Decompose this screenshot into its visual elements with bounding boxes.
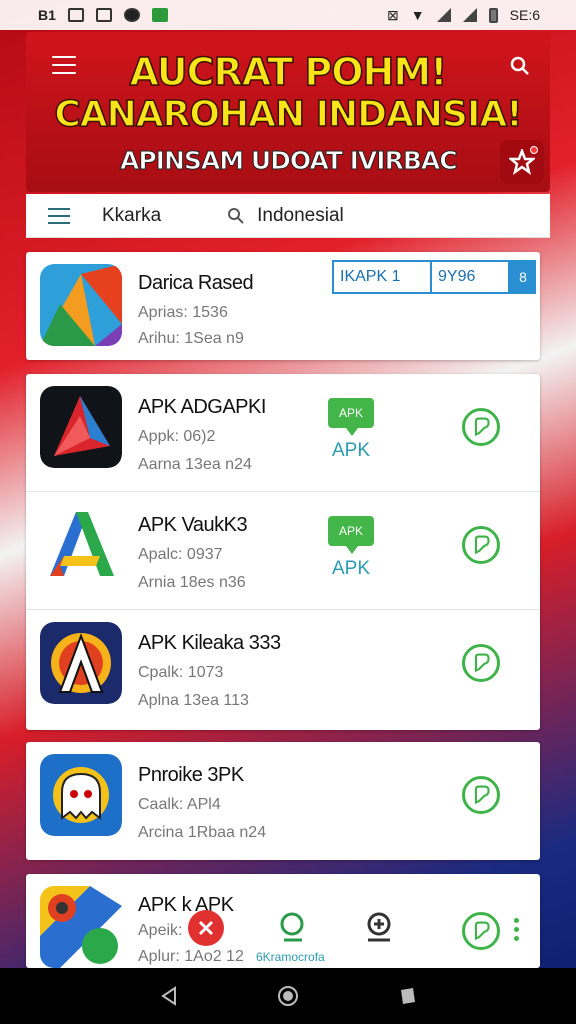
download-button[interactable] [462,526,500,564]
message-icon [67,8,84,22]
search-input[interactable] [257,204,438,227]
app-meta: Aplna 13ea 113 [138,692,249,709]
signal-2-icon [462,8,477,22]
app-name: Darica Rased [138,272,254,294]
version-label: IKAPK 1 [332,260,432,294]
favorites-button[interactable] [500,140,544,184]
home-icon[interactable] [277,985,299,1007]
list-item[interactable]: APK VaukK3 Apalc: 0937 Arnia 18es n36 AP… [26,492,540,610]
mute-icon: ⊠ [387,6,399,23]
version-button[interactable]: 8 [510,260,536,294]
featured-app-card[interactable]: Darica Rased Aprias: 1536 Arihu: 1Sea n9… [26,252,540,360]
search-label: 6Kramocrofa [256,950,325,964]
apk-bubble-label: APK [328,398,374,436]
photo-icon [95,8,112,22]
location-label[interactable]: Kkarka [102,205,161,227]
download-button[interactable] [462,644,500,682]
list-item[interactable]: Pnroike 3PK Caalk: APl4 Arcina 1Rbaa n24 [26,742,540,860]
app-name: APK k APK [138,894,234,916]
app-meta: Apalc: 0937 [138,546,223,563]
app-name: APK ADGAPKI [138,396,266,418]
apk-badge: APK APK [324,398,378,468]
app-meta: Apeik: [138,922,183,939]
close-button[interactable] [188,910,224,946]
shield-icon [151,8,168,22]
app-meta: Caalk: APl4 [138,796,221,813]
triangle-logo-icon [40,264,122,346]
app-name: Pnroike 3PK [138,764,244,786]
back-icon[interactable] [159,986,179,1006]
banner-title-line2: CANAROHAN INDANSIA! [54,93,524,136]
version-box[interactable]: IKAPK 1 9Y96 8 [332,260,538,294]
ghost-icon [40,754,122,836]
filter-menu-icon[interactable] [48,207,70,224]
app-meta: Arnia 18es n36 [138,574,246,591]
wifi-icon: ▼ [410,7,425,23]
app-meta: Aarna 13ea n24 [138,456,252,473]
system-navigation-bar [0,968,576,1024]
search-bar: Kkarka [26,194,550,238]
app-meta: Arcina 1Rbaa n24 [138,824,267,841]
status-carrier-text: B1 [38,7,56,23]
banner-title-line1: AUCRAT POHM! [129,49,448,95]
search-icon[interactable] [276,910,310,944]
red-arrow-icon [40,386,122,468]
app-meta: Arihu: 1Sea n9 [138,330,244,347]
app-name: APK VaukK3 [138,514,248,536]
list-item[interactable]: APK ADGAPKI Appk: 06)2 Aarna 13ea n24 AP… [26,374,540,492]
search-icon [228,207,244,224]
header-banner: AUCRAT POHM! CANAROHAN INDANSIA! APINSAM… [26,32,550,192]
app-meta: Aprias: 1536 [138,304,228,321]
apk-label: APK [331,440,371,461]
search-icon[interactable] [510,56,530,76]
download-button[interactable] [462,776,500,814]
app-list-card: APK ADGAPKI Appk: 06)2 Aarna 13ea n24 AP… [26,374,540,730]
battery-icon [488,7,498,23]
app-meta: Cpalk: 1073 [138,664,224,681]
status-bar: B1 ⊠ ▼ SE:6 [0,0,576,30]
download-button[interactable] [462,408,500,446]
version-value: 9Y96 [432,260,510,294]
letter-a-icon [40,504,122,586]
signal-icon [436,8,451,22]
robot-icon[interactable] [362,910,396,944]
app-notification-icon [123,8,140,22]
notification-dot [530,146,538,154]
recents-icon[interactable] [397,986,417,1006]
app-meta: Aplur: 1Ao2 12 [138,948,244,965]
more-options-icon[interactable] [514,918,520,942]
maps-pin-icon [40,886,122,968]
apk-badge: APK APK [324,516,378,586]
app-card[interactable]: Pnroike 3PK Caalk: APl4 Arcina 1Rbaa n24 [26,742,540,860]
app-meta: Appk: 06)2 [138,428,216,445]
apk-bubble-label: APK [328,516,374,554]
banner-subtitle: APINSAM UDOAT IVIRBAC [120,146,459,176]
download-button[interactable] [462,912,500,950]
apk-label: APK [331,558,371,579]
status-time: SE:6 [509,7,540,23]
list-item[interactable]: APK Kileaka 333 Cpalk: 1073 Aplna 13ea 1… [26,610,540,728]
sunburst-a-icon [40,622,122,704]
close-icon [198,920,214,936]
hamburger-menu-icon[interactable] [52,56,76,74]
app-name: APK Kileaka 333 [138,632,281,654]
